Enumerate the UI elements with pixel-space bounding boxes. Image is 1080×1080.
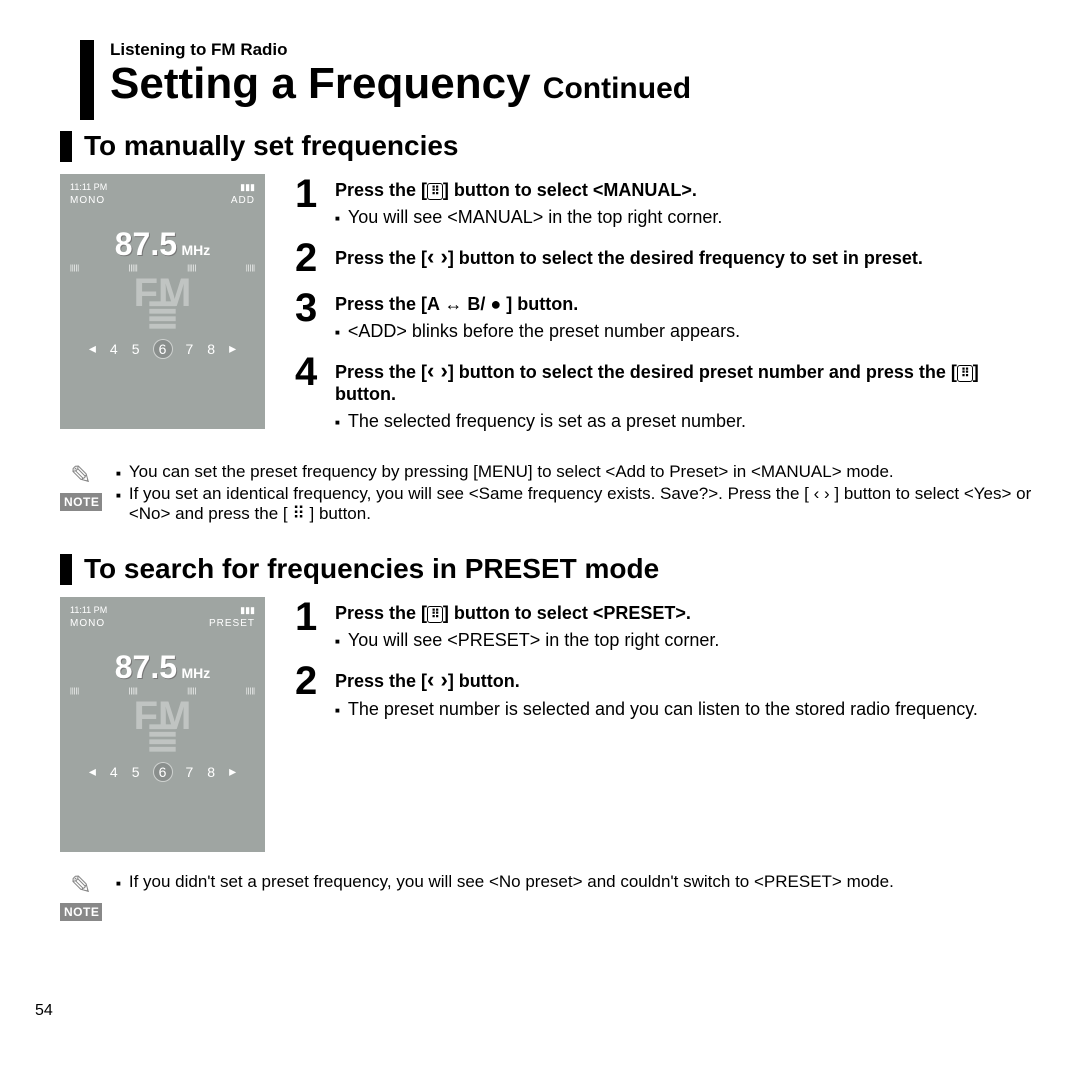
chevron-lr-icon	[427, 671, 448, 691]
step-text: ] button to select <MANUAL>.	[443, 180, 697, 200]
bullet-icon: ■	[116, 469, 121, 482]
preset-num: 5	[132, 341, 140, 357]
step-text: Press the [	[335, 362, 427, 382]
device-frequency: 87.5	[115, 649, 177, 685]
preset-num: 7	[186, 764, 194, 780]
preset-num-selected: 6	[154, 763, 172, 781]
step-text: ] button to select the desired preset nu…	[448, 362, 957, 382]
step-number: 4	[295, 352, 323, 432]
device-presets: ◂ 4 5 6 7 8 ▸	[70, 340, 255, 358]
device-time: 11:11 PM	[70, 605, 107, 616]
step-text: Press the [	[335, 671, 427, 691]
preset-num: 7	[186, 341, 194, 357]
title-main: Setting a Frequency	[110, 59, 531, 108]
bullet-icon: ■	[116, 491, 121, 524]
note-text: You can set the preset frequency by pres…	[129, 462, 894, 482]
step-text: ] button to select the desired frequency…	[448, 248, 923, 268]
device-mode-right: ADD	[231, 195, 255, 206]
preset-num: 5	[132, 764, 140, 780]
bullet-icon: ■	[335, 328, 340, 342]
bullet-icon: ■	[116, 879, 121, 892]
preset-num: 4	[110, 341, 118, 357]
step-number: 2	[295, 238, 323, 278]
page-number: 54	[35, 1002, 53, 1020]
device-time: 11:11 PM	[70, 182, 107, 193]
device-mode-left: MONO	[70, 195, 105, 206]
note-text: If you set an identical frequency, you w…	[129, 484, 1040, 524]
grid-icon: ⠿	[427, 606, 443, 624]
pencil-icon: ✎	[60, 460, 102, 491]
device-screenshot-preset: 11:11 PM▮▮▮ MONOPRESET 87.5 MHz ||||||||…	[60, 597, 265, 852]
device-presets: ◂ 4 5 6 7 8 ▸	[70, 763, 255, 781]
device-unit: MHz	[181, 242, 210, 258]
bullet-icon: ■	[335, 637, 340, 651]
step-text: Press the [	[335, 180, 427, 200]
chevron-lr-icon	[427, 248, 448, 268]
title-continued: Continued	[543, 72, 691, 105]
battery-icon: ▮▮▮	[240, 605, 255, 616]
device-mode-right: PRESET	[209, 618, 255, 629]
grid-icon: ⠿	[427, 183, 443, 201]
device-mode-left: MONO	[70, 618, 105, 629]
step-bullet: The selected frequency is set as a prese…	[348, 411, 746, 432]
section-heading: To search for frequencies in PRESET mode	[84, 554, 659, 585]
step-bullet: <ADD> blinks before the preset number ap…	[348, 321, 740, 342]
preset-num-selected: 6	[154, 340, 172, 358]
note-label: NOTE	[60, 903, 102, 921]
step-text: Press the [	[335, 248, 427, 268]
bullet-icon: ■	[335, 706, 340, 720]
battery-icon: ▮▮▮	[240, 182, 255, 193]
step-text: ] button.	[448, 671, 520, 691]
section-heading: To manually set frequencies	[84, 131, 459, 162]
fm-icon: FM≣	[70, 705, 255, 749]
note-text: If you didn't set a preset frequency, yo…	[129, 872, 894, 892]
device-unit: MHz	[181, 665, 210, 681]
grid-icon: ⠿	[957, 365, 973, 383]
preset-num: 8	[207, 341, 215, 357]
pencil-icon: ✎	[60, 870, 102, 901]
step-text: Press the [	[335, 603, 427, 623]
breadcrumb: Listening to FM Radio	[110, 40, 1040, 60]
step-bullet: You will see <MANUAL> in the top right c…	[348, 207, 723, 228]
step-number: 1	[295, 174, 323, 228]
step-bullet: The preset number is selected and you ca…	[348, 699, 978, 720]
bullet-icon: ■	[335, 214, 340, 228]
step-bullet: You will see <PRESET> in the top right c…	[348, 630, 720, 651]
step-number: 2	[295, 661, 323, 720]
step-text: ] button to select <PRESET>.	[443, 603, 691, 623]
chevron-lr-icon	[427, 362, 448, 382]
step-number: 1	[295, 597, 323, 651]
device-screenshot-manual: 11:11 PM▮▮▮ MONOADD 87.5 MHz |||||||||||…	[60, 174, 265, 429]
device-frequency: 87.5	[115, 226, 177, 262]
note-label: NOTE	[60, 493, 102, 511]
step-text: Press the [A ↔ B/ ● ] button.	[335, 294, 578, 314]
bullet-icon: ■	[335, 418, 340, 432]
fm-icon: FM≣	[70, 282, 255, 326]
preset-num: 8	[207, 764, 215, 780]
page-title: Setting a Frequency Continued	[110, 62, 1040, 106]
step-number: 3	[295, 288, 323, 342]
preset-num: 4	[110, 764, 118, 780]
